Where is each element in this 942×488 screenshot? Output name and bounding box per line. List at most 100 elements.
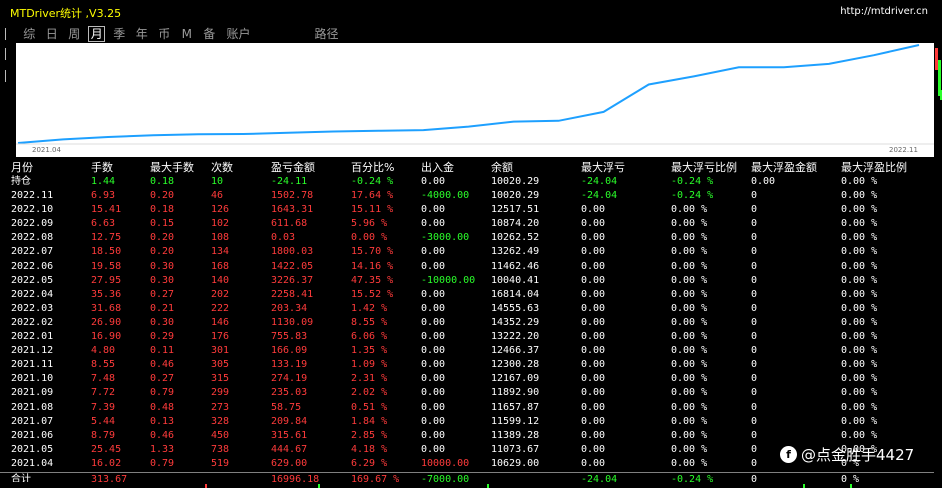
strip-mark xyxy=(0,28,6,40)
cell-pct: 2.02 % xyxy=(351,387,388,399)
cell-max-lots: 0.20 xyxy=(150,232,175,244)
cell-max-dd: 0.00 xyxy=(581,359,606,371)
cell-flow: 0.00 xyxy=(421,387,446,399)
cell-max-fp: 0 xyxy=(751,331,758,343)
cell-pnl: 629.00 xyxy=(271,457,308,469)
cell-pct: 0.51 % xyxy=(351,401,388,413)
cell-max-lots: 0.30 xyxy=(150,316,175,328)
header-cell: 最大浮盈比例 xyxy=(841,161,907,174)
cell-max-dd-pct: 0.00 % xyxy=(671,401,708,413)
cell-flow: -4000.00 xyxy=(421,190,470,202)
cell-max-dd: 0.00 xyxy=(581,457,606,469)
cell-pct: 17.64 % xyxy=(351,190,394,202)
cell-pct: 1.35 % xyxy=(351,345,388,357)
cell-month: 2021.05 xyxy=(11,443,54,455)
table-row: 2021.07 5.44 0.13 328 209.84 1.84 % 0.00 11599.… xyxy=(0,415,934,429)
cell-max-dd: 0.00 xyxy=(581,373,606,385)
tab-3[interactable]: 月 xyxy=(88,26,106,42)
cell-count: 450 xyxy=(211,429,230,441)
cell-max-dd-pct: 0.00 % xyxy=(671,331,708,343)
cell-balance: 12466.37 xyxy=(491,345,540,357)
cell-count: 102 xyxy=(211,218,230,230)
cell-max-fp: 0 xyxy=(751,246,758,258)
watermark-text: @点金胜手4427 xyxy=(801,445,915,464)
cell-pnl: 611.68 xyxy=(271,218,308,230)
cell-max-fp: 0 xyxy=(751,457,758,469)
cell-max-dd-pct: 0.00 % xyxy=(671,246,708,258)
cell-max-fp: 0 xyxy=(751,401,758,413)
header-cell: 最大浮盈金额 xyxy=(751,161,817,174)
tab-4[interactable]: 季 xyxy=(108,26,131,42)
cell-pct: 1.09 % xyxy=(351,359,388,371)
cell-max-fp: 0 xyxy=(751,190,758,202)
cell-balance: 13222.20 xyxy=(491,331,540,343)
cell-max-lots: 0.18 xyxy=(150,204,175,216)
cell-month: 2021.10 xyxy=(11,373,54,385)
cell-flow: 0.00 xyxy=(421,288,446,300)
cell-pct: 47.35 % xyxy=(351,274,394,286)
cell-count: 738 xyxy=(211,443,230,455)
cell-balance: 10629.00 xyxy=(491,457,540,469)
equity-chart-svg xyxy=(16,43,934,157)
position-cell: 1.44 xyxy=(91,176,116,187)
cell-max-dd-pct: 0.00 % xyxy=(671,316,708,328)
cell-max-dd: 0.00 xyxy=(581,429,606,441)
watermark: f @点金胜手4427 xyxy=(780,444,914,464)
tab-0[interactable]: 综 xyxy=(18,26,41,42)
cell-count: 519 xyxy=(211,457,230,469)
cell-max-fp: 0 xyxy=(751,302,758,314)
cell-flow: 0.00 xyxy=(421,316,446,328)
tab-10[interactable]: 路径 xyxy=(309,26,345,42)
cell-month: 2021.09 xyxy=(11,387,54,399)
header-cell: 月份 xyxy=(11,161,33,174)
cell-pnl: 235.03 xyxy=(271,387,308,399)
tab-7[interactable]: M xyxy=(176,26,199,42)
cell-flow: 0.00 xyxy=(421,345,446,357)
cell-max-fp-pct: 0.00 % xyxy=(841,415,878,427)
cell-month: 2022.09 xyxy=(11,218,54,230)
cell-max-dd-pct: 0.00 % xyxy=(671,387,708,399)
cell-max-dd-pct: 0.00 % xyxy=(671,274,708,286)
cell-count: 202 xyxy=(211,288,230,300)
cell-max-dd: 0.00 xyxy=(581,316,606,328)
cell-count: 126 xyxy=(211,204,230,216)
tab-6[interactable]: 币 xyxy=(153,26,176,42)
cell-pct: 14.16 % xyxy=(351,260,394,272)
cell-pct: 0.00 % xyxy=(351,232,388,244)
cell-max-dd-pct: 0.00 % xyxy=(671,443,708,455)
cell-max-fp-pct: 0.00 % xyxy=(841,345,878,357)
cell-max-dd-pct: 0.00 % xyxy=(671,415,708,427)
cell-count: 328 xyxy=(211,415,230,427)
tab-9[interactable]: 账户 xyxy=(221,26,257,42)
site-link[interactable]: http://mtdriver.cn xyxy=(840,6,928,17)
cell-max-fp: 0 xyxy=(751,429,758,441)
cell-count: 176 xyxy=(211,331,230,343)
x-end-label: 2022.11 xyxy=(889,146,918,154)
watermark-logo-icon: f xyxy=(780,445,797,463)
cell-count: 134 xyxy=(211,246,230,258)
cell-max-dd-pct: 0.00 % xyxy=(671,429,708,441)
tab-1[interactable]: 日 xyxy=(41,26,64,42)
cell-pct: 2.85 % xyxy=(351,429,388,441)
cell-flow: 0.00 xyxy=(421,331,446,343)
cell-max-dd: 0.00 xyxy=(581,218,606,230)
cell-balance: 16814.04 xyxy=(491,288,540,300)
tab-5[interactable]: 年 xyxy=(131,26,154,42)
tab-2[interactable]: 周 xyxy=(63,26,86,42)
cell-max-fp-pct: 0.00 % xyxy=(841,316,878,328)
tab-8[interactable]: 备 xyxy=(198,26,221,42)
cell-max-dd: 0.00 xyxy=(581,331,606,343)
cell-lots: 18.50 xyxy=(91,246,122,258)
cell-count: 108 xyxy=(211,232,230,244)
cell-count: 168 xyxy=(211,260,230,272)
table-row: 2022.06 19.58 0.30 168 1422.05 14.16 % 0.00 114… xyxy=(0,260,934,274)
cell-max-fp-pct: 0.00 % xyxy=(841,260,878,272)
cell-max-lots: 0.30 xyxy=(150,274,175,286)
cell-month: 2022.08 xyxy=(11,232,54,244)
cell-lots: 8.79 xyxy=(91,429,116,441)
cell-flow: 0.00 xyxy=(421,373,446,385)
cell-lots: 16.90 xyxy=(91,331,122,343)
position-cell: -0.24 % xyxy=(671,176,714,187)
cell-max-fp: 0 xyxy=(751,288,758,300)
cell-pct: 6.29 % xyxy=(351,457,388,469)
